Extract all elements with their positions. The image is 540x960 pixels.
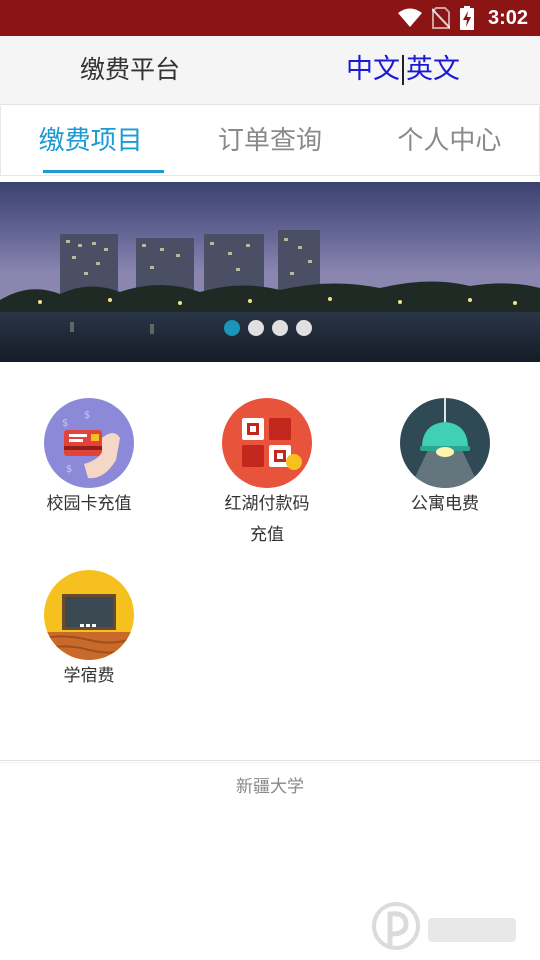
carousel-dot[interactable] — [224, 320, 240, 336]
wifi-icon — [397, 8, 422, 27]
svg-text:$: $ — [62, 418, 68, 429]
status-bar: 3:02 — [0, 0, 540, 36]
status-icons: 3:02 — [397, 0, 528, 36]
item-apartment-electricity[interactable]: 公寓电费 — [370, 398, 520, 519]
language-switch: 中文 英文 — [346, 53, 460, 87]
no-sim-icon — [431, 7, 450, 29]
item-redlake-paycode-recharge[interactable]: 红湖付款码 充值 — [192, 398, 342, 550]
status-time: 3:02 — [487, 6, 528, 29]
lamp-icon — [400, 398, 490, 488]
footer-university-name: 新疆大学 — [236, 777, 304, 797]
lang-chinese-link[interactable]: 中文 — [346, 53, 400, 87]
tab-order-query[interactable]: 订单查询 — [180, 106, 359, 175]
carousel-dot[interactable] — [296, 320, 312, 336]
item-label-line2: 充值 — [250, 525, 284, 545]
item-tuition-accommodation-fee[interactable]: 学宿费 — [14, 570, 164, 691]
app-title: 缴费平台 — [80, 55, 181, 84]
item-label: 红湖付款码 — [224, 494, 310, 514]
campus-card-icon: $ $ $ — [44, 398, 134, 488]
qr-code-icon — [222, 398, 312, 488]
lang-separator — [402, 55, 404, 85]
item-campus-card-recharge[interactable]: $ $ $ 校园卡充值 — [14, 398, 164, 519]
watermark-logo — [372, 900, 522, 956]
item-label: 校园卡充值 — [46, 494, 132, 514]
blackboard-icon — [44, 570, 134, 660]
svg-text:$: $ — [66, 464, 72, 475]
footer-divider — [0, 760, 540, 763]
svg-text:$: $ — [84, 410, 90, 421]
title-bar: 缴费平台 中文 英文 — [0, 36, 540, 105]
carousel-dot[interactable] — [248, 320, 264, 336]
lang-english-link[interactable]: 英文 — [406, 53, 460, 87]
item-label: 公寓电费 — [411, 494, 479, 514]
tab-bar: 缴费项目 订单查询 个人中心 — [0, 106, 540, 176]
battery-charging-icon — [459, 6, 474, 30]
carousel-dot[interactable] — [272, 320, 288, 336]
tab-personal-center[interactable]: 个人中心 — [360, 106, 539, 175]
tab-payment-items[interactable]: 缴费项目 — [1, 106, 180, 175]
item-label: 学宿费 — [63, 666, 115, 686]
carousel-indicator — [224, 320, 312, 336]
